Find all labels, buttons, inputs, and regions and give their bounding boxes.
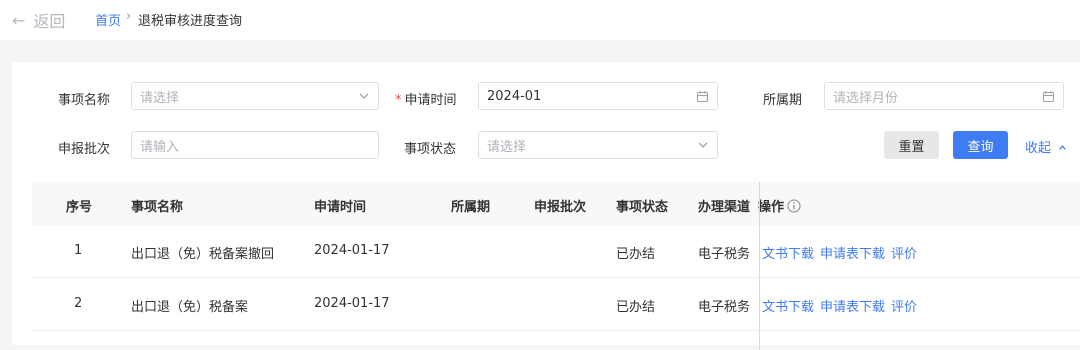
batch-input[interactable]: 请输入: [131, 131, 379, 159]
fixed-column-divider: [759, 182, 760, 350]
info-circle-icon[interactable]: [787, 199, 801, 213]
breadcrumb-separator-icon: ›: [126, 9, 132, 24]
cell-status: 已办结: [616, 300, 656, 315]
cell-time: 2024-01-17: [314, 243, 390, 258]
batch-label: 申报批次: [58, 142, 111, 157]
cell-index: 2: [74, 296, 83, 311]
apply-time-picker[interactable]: 2024-01: [478, 82, 718, 110]
col-status: 事项状态: [616, 200, 669, 215]
apply-time-label: * 申请时间: [395, 89, 457, 108]
calendar-icon: [696, 90, 709, 103]
col-batch: 申报批次: [534, 200, 587, 215]
doc-download-link[interactable]: 文书下载: [762, 247, 814, 262]
main-panel: 事项名称 请选择 * 申请时间 2024-01 所属期 请选择月份 申报批次 请输…: [12, 62, 1080, 350]
calendar-icon: [1042, 90, 1055, 103]
query-button[interactable]: 查询: [953, 131, 1008, 159]
apply-time-label-text: 申请时间: [404, 93, 457, 108]
col-actions: 操作: [758, 196, 801, 215]
cell-name: 出口退（免）税备案撤回: [131, 247, 275, 262]
table-row: 2 出口退（免）税备案 2024-01-17 已办结 电子税务 文书下载 申请表下…: [32, 278, 1080, 331]
col-name: 事项名称: [131, 200, 184, 215]
breadcrumb-current: 退税审核进度查询: [138, 14, 243, 29]
chevron-down-icon: [697, 139, 709, 151]
back-label: 返回: [33, 12, 66, 31]
required-mark: *: [395, 93, 402, 108]
item-name-select[interactable]: 请选择: [131, 82, 379, 110]
collapse-label: 收起: [1025, 141, 1052, 156]
cell-channel: 电子税务: [698, 247, 751, 262]
period-picker[interactable]: 请选择月份: [824, 82, 1064, 110]
cell-channel: 电子税务: [698, 300, 751, 315]
cell-actions: 文书下载 申请表下载 评价: [762, 243, 923, 262]
collapse-toggle[interactable]: 收起: [1025, 137, 1067, 156]
cell-index: 1: [74, 243, 83, 258]
period-label: 所属期: [763, 93, 803, 108]
doc-download-link[interactable]: 文书下载: [762, 300, 814, 315]
form-download-link[interactable]: 申请表下载: [820, 300, 885, 315]
col-time: 申请时间: [314, 200, 367, 215]
cell-name: 出口退（免）税备案: [131, 300, 249, 315]
item-name-label: 事项名称: [58, 93, 111, 108]
col-channel: 办理渠道: [698, 200, 751, 215]
reset-button[interactable]: 重置: [884, 131, 939, 159]
col-actions-label: 操作: [758, 200, 785, 215]
table-row: 1 出口退（免）税备案撤回 2024-01-17 已办结 电子税务 文书下载 申请…: [32, 225, 1080, 278]
evaluate-link[interactable]: 评价: [891, 247, 917, 262]
status-placeholder: 请选择: [487, 139, 527, 155]
arrow-left-icon: ←: [12, 10, 26, 30]
status-select[interactable]: 请选择: [478, 131, 718, 159]
form-download-link[interactable]: 申请表下载: [820, 247, 885, 262]
batch-placeholder: 请输入: [140, 139, 180, 155]
col-index: 序号: [66, 200, 93, 215]
cell-time: 2024-01-17: [314, 296, 390, 311]
cell-status: 已办结: [616, 247, 656, 262]
status-label: 事项状态: [404, 142, 457, 157]
top-bar: ← 返回 首页 › 退税审核进度查询: [0, 0, 1080, 40]
apply-time-value: 2024-01: [487, 88, 542, 104]
evaluate-link[interactable]: 评价: [891, 300, 917, 315]
col-period: 所属期: [451, 200, 491, 215]
breadcrumb-home[interactable]: 首页: [95, 10, 121, 29]
period-placeholder: 请选择月份: [833, 90, 899, 106]
chevron-down-icon: [358, 90, 370, 102]
cell-actions: 文书下载 申请表下载 评价: [762, 296, 923, 315]
chevron-up-icon: [1054, 141, 1067, 156]
back-button[interactable]: ← 返回: [12, 8, 65, 32]
item-name-placeholder: 请选择: [140, 90, 180, 106]
table-header: 序号 事项名称 申请时间 所属期 申报批次 事项状态 办理渠道 操作: [32, 182, 1080, 225]
